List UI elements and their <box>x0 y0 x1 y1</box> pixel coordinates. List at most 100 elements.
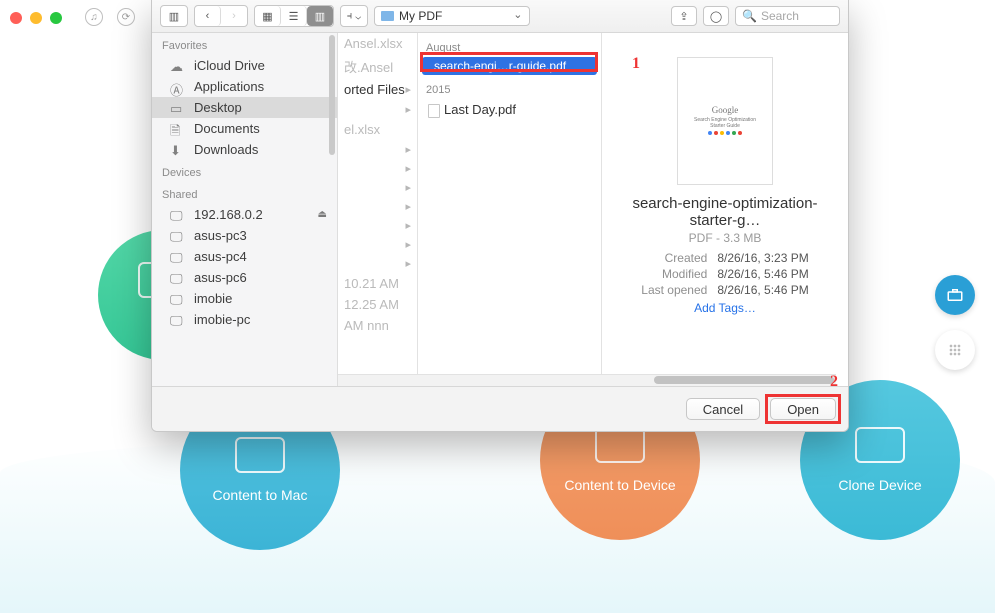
annotation-2: 2 <box>830 373 838 391</box>
folder-path-popup[interactable]: My PDF <box>374 6 530 26</box>
sidebar-item-label: 192.168.0.2 <box>194 207 263 222</box>
downloads-icon: ⬇ <box>170 143 186 157</box>
monitor-icon <box>235 437 285 473</box>
bg-clone-label: Clone Device <box>838 477 921 493</box>
group-header: August <box>418 39 601 57</box>
list-item[interactable]: el.xlsx <box>338 119 417 140</box>
sidebar-item-applications[interactable]: ⒶApplications <box>152 76 337 97</box>
list-item[interactable]: 10.21 AM <box>338 273 417 294</box>
minimize-icon[interactable] <box>30 12 42 24</box>
file-name: Last Day.pdf <box>444 102 516 117</box>
meta-label: Modified <box>641 267 707 281</box>
file-item[interactable]: Last Day.pdf <box>418 99 601 121</box>
column-1: Ansel.xlsx 改.Ansel orted Files▸ ▸ el.xls… <box>338 33 418 386</box>
open-file-dialog: ▥ ‹ › ▦ ☰ ▥ ⫞ ⌄ My PDF ⇪ ◯ 🔍 Search Favo… <box>151 0 849 432</box>
list-item[interactable]: orted Files▸ <box>338 79 417 100</box>
sidebar-item-shared[interactable]: 🖵 192.168.0.2 ⏏ <box>152 204 337 225</box>
thumb-subtitle: Search Engine Optimization Starter Guide <box>690 117 760 129</box>
open-button[interactable]: Open <box>770 398 836 420</box>
list-item[interactable]: ▸ <box>338 216 417 235</box>
sidebar-item-shared[interactable]: 🖵 imobie-pc <box>152 309 337 330</box>
sidebar-item-shared[interactable]: 🖵 asus-pc4 <box>152 246 337 267</box>
thumb-logo: Google <box>712 105 739 115</box>
chevron-right-icon: ▸ <box>405 219 411 232</box>
meta-label: Last opened <box>641 283 707 297</box>
sidebar-section-favorites: Favorites <box>152 33 337 55</box>
sidebar-item-label: imobie-pc <box>194 312 250 327</box>
list-item[interactable]: AM nnn <box>338 315 417 336</box>
sidebar-item-documents[interactable]: 🗎Documents <box>152 118 337 139</box>
sidebar-item-icloud[interactable]: ☁ iCloud Drive <box>152 55 337 76</box>
side-badge-apps[interactable] <box>935 330 975 370</box>
apps-icon: Ⓐ <box>170 80 186 94</box>
folder-name-label: My PDF <box>399 9 442 23</box>
grid-icon <box>947 342 963 358</box>
sidebar-section-devices: Devices <box>152 160 337 182</box>
bg-ctm-label: Content to Mac <box>213 487 308 503</box>
clone-icon <box>855 427 905 463</box>
side-badge-toolkit[interactable] <box>935 275 975 315</box>
sidebar-item-label: asus-pc6 <box>194 270 247 285</box>
list-item[interactable]: Ansel.xlsx <box>338 33 417 54</box>
sidebar-item-desktop[interactable]: ▭Desktop <box>152 97 337 118</box>
column-view-icon[interactable]: ▥ <box>307 6 333 26</box>
sidebar-item-downloads[interactable]: ⬇Downloads <box>152 139 337 160</box>
eject-icon[interactable]: ⏏ <box>318 209 327 220</box>
device-icon <box>595 427 645 463</box>
sidebar-scrollbar[interactable] <box>329 35 335 155</box>
cloud-icon: ☁ <box>170 59 186 73</box>
chevron-right-icon: ▸ <box>405 181 411 194</box>
list-item[interactable]: ▸ <box>338 254 417 273</box>
sidebar-item-label: iCloud Drive <box>194 58 265 73</box>
computer-icon: 🖵 <box>170 208 186 222</box>
music-icon[interactable]: ♫ <box>85 8 103 26</box>
folder-icon <box>381 11 394 21</box>
sidebar-item-label: asus-pc4 <box>194 249 247 264</box>
sidebar-item-shared[interactable]: 🖵asus-pc3 <box>152 225 337 246</box>
chevron-right-icon: ▸ <box>405 200 411 213</box>
computer-icon: 🖵 <box>170 250 186 264</box>
tags-button[interactable]: ◯ <box>703 6 729 26</box>
icon-view-icon[interactable]: ▦ <box>255 6 281 26</box>
chevron-right-icon: ▸ <box>405 257 411 270</box>
sidebar-item-shared[interactable]: 🖵imobie <box>152 288 337 309</box>
annotation-1: 1 <box>632 55 640 73</box>
group-header: 2015 <box>418 81 601 99</box>
list-item[interactable]: ▸ <box>338 178 417 197</box>
cancel-button[interactable]: Cancel <box>686 398 760 420</box>
list-item[interactable]: ▸ <box>338 140 417 159</box>
window-controls <box>10 12 62 24</box>
search-icon: 🔍 <box>742 9 757 23</box>
list-view-icon[interactable]: ☰ <box>281 6 307 26</box>
preview-kind: PDF - 3.3 MB <box>612 231 838 245</box>
dialog-toolbar: ▥ ‹ › ▦ ☰ ▥ ⫞ ⌄ My PDF ⇪ ◯ 🔍 Search <box>152 0 848 33</box>
computer-icon: 🖵 <box>170 271 186 285</box>
share-button[interactable]: ⇪ <box>671 6 697 26</box>
list-item[interactable]: ▸ <box>338 235 417 254</box>
forward-button[interactable]: › <box>221 6 247 26</box>
view-mode-segmented[interactable]: ▦ ☰ ▥ <box>254 5 334 27</box>
refresh-icon[interactable]: ⟳ <box>117 8 135 26</box>
add-tags-link[interactable]: Add Tags… <box>694 301 756 315</box>
sidebar-section-shared: Shared <box>152 182 337 204</box>
documents-icon: 🗎 <box>170 122 186 136</box>
list-item[interactable]: 12.25 AM <box>338 294 417 315</box>
sidebar-item-shared[interactable]: 🖵 asus-pc6 <box>152 267 337 288</box>
close-icon[interactable] <box>10 12 22 24</box>
list-item[interactable]: 改.Ansel <box>338 54 417 79</box>
preview-pane: Google Search Engine Optimization Starte… <box>602 33 848 386</box>
sidebar-toggle[interactable]: ▥ <box>160 5 188 27</box>
bg-ctd-label: Content to Device <box>564 477 675 493</box>
zoom-icon[interactable] <box>50 12 62 24</box>
list-item[interactable]: ▸ <box>338 197 417 216</box>
arrange-menu[interactable]: ⫞ ⌄ <box>340 5 368 27</box>
list-item[interactable]: ▸ <box>338 159 417 178</box>
computer-icon: 🖵 <box>170 313 186 327</box>
chevron-right-icon: ▸ <box>405 162 411 175</box>
file-item-selected[interactable]: search-engi…r-guide.pdf <box>422 57 597 75</box>
list-item[interactable]: ▸ <box>338 100 417 119</box>
horizontal-scrollbar[interactable] <box>338 374 836 386</box>
preview-metadata: Created8/26/16, 3:23 PM Modified8/26/16,… <box>612 251 838 297</box>
back-button[interactable]: ‹ <box>195 6 221 26</box>
search-input[interactable]: 🔍 Search <box>735 6 840 26</box>
